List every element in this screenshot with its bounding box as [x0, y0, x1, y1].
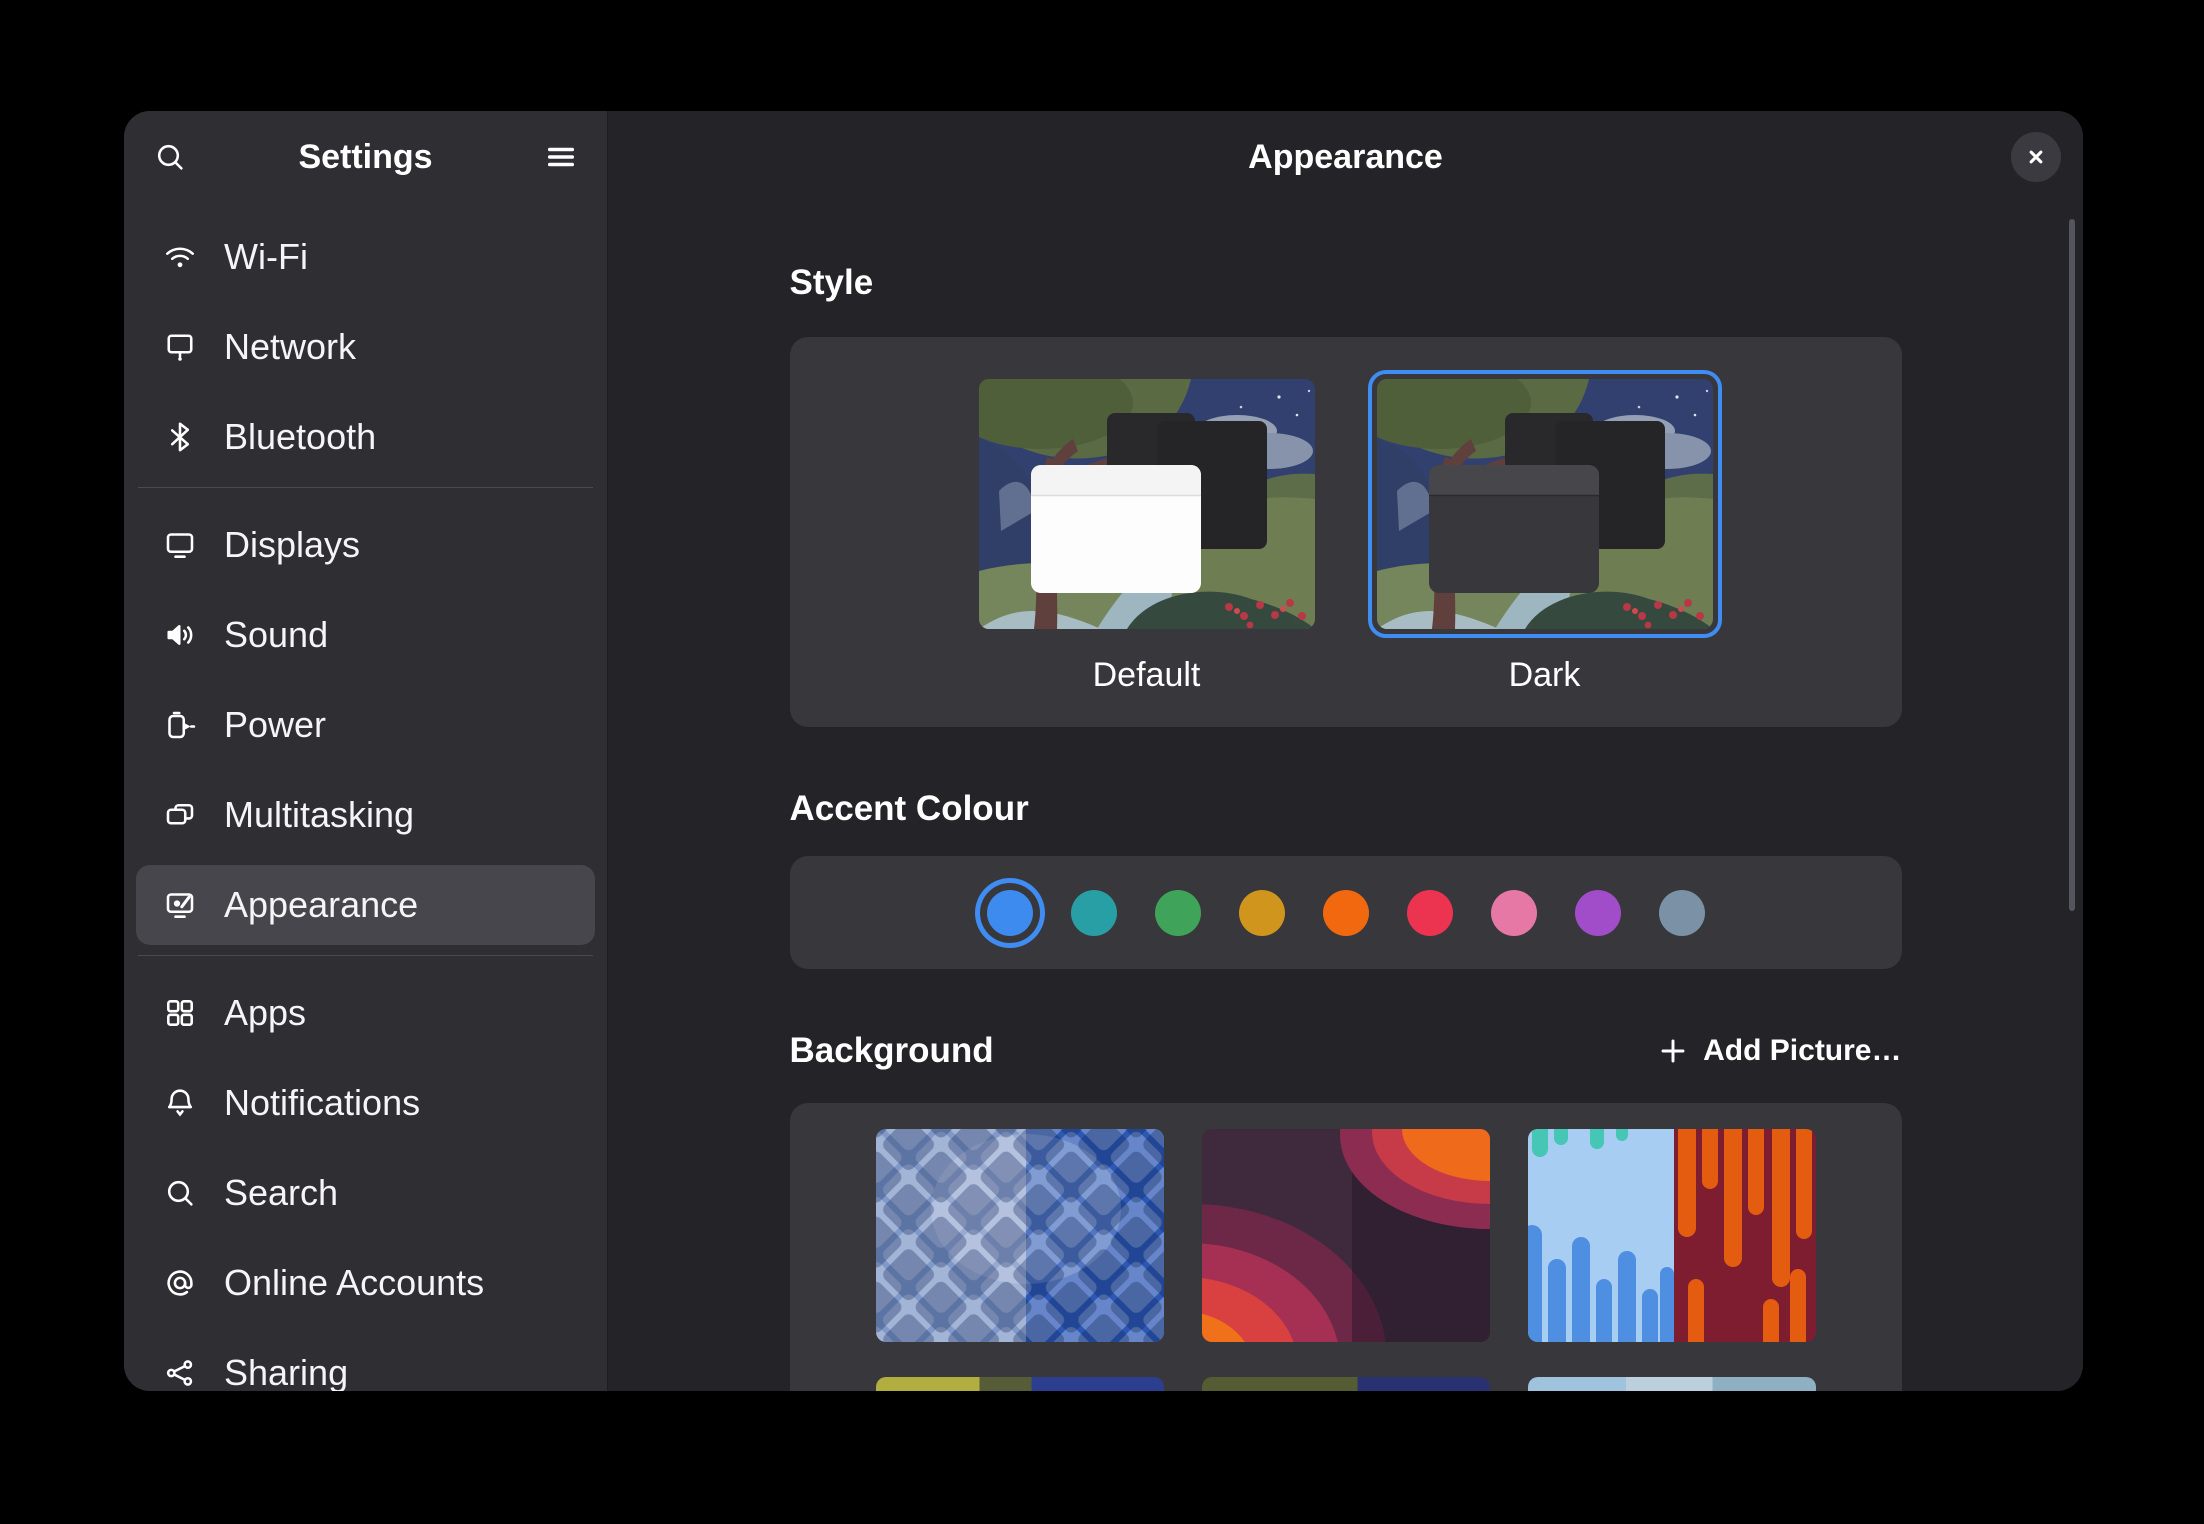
sidebar-item-power[interactable]: Power	[136, 685, 595, 765]
close-icon	[2023, 144, 2049, 170]
accent-swatch-slate[interactable]	[1659, 890, 1705, 936]
sidebar-item-label: Notifications	[224, 1082, 420, 1124]
sidebar-nav: Wi-Fi Network Bluetooth	[124, 203, 607, 1391]
sidebar-item-label: Displays	[224, 524, 360, 566]
accent-swatch-blue[interactable]	[987, 890, 1033, 936]
settings-window: Settings Wi-Fi	[124, 111, 2083, 1391]
sidebar-item-label: Apps	[224, 992, 306, 1034]
wallpaper-thumbnail-dark-fold[interactable]	[1202, 1129, 1490, 1342]
main-menu-button[interactable]	[535, 131, 587, 183]
add-picture-button[interactable]: Add Picture…	[1657, 1034, 1901, 1068]
apps-grid-icon	[162, 995, 198, 1031]
close-button[interactable]	[2011, 132, 2061, 182]
style-option-dark[interactable]: Dark	[1368, 370, 1722, 727]
sidebar-item-wifi[interactable]: Wi-Fi	[136, 217, 595, 297]
style-option-label: Default	[1093, 656, 1201, 695]
sidebar-item-label: Online Accounts	[224, 1262, 484, 1304]
accent-swatch-yellow[interactable]	[1239, 890, 1285, 936]
at-sign-icon	[162, 1265, 198, 1301]
sidebar-item-sound[interactable]: Sound	[136, 595, 595, 675]
sidebar-item-online-accounts[interactable]: Online Accounts	[136, 1243, 595, 1323]
sidebar-item-search[interactable]: Search	[136, 1153, 595, 1233]
search-icon	[162, 1175, 198, 1211]
wallpaper-thumbnail-pixel-drips[interactable]	[1528, 1129, 1816, 1342]
blue-mosaic-art	[876, 1129, 1164, 1342]
speaker-icon	[162, 617, 198, 653]
style-heading: Style	[790, 261, 1902, 305]
accent-colour-card	[790, 856, 1902, 969]
sidebar-item-label: Sharing	[224, 1352, 348, 1391]
sidebar-item-label: Wi-Fi	[224, 236, 308, 278]
display-icon	[162, 527, 198, 563]
style-option-label: Dark	[1509, 656, 1581, 695]
sidebar-item-label: Power	[224, 704, 326, 746]
style-option-default[interactable]: Default	[970, 370, 1324, 727]
accent-swatch-pink[interactable]	[1491, 890, 1537, 936]
sidebar-divider	[138, 487, 593, 488]
style-preview-dark	[1377, 379, 1713, 629]
sidebar-item-apps[interactable]: Apps	[136, 973, 595, 1053]
style-preview-default	[979, 379, 1315, 629]
style-card: Default Dark	[790, 337, 1902, 727]
sidebar-item-label: Network	[224, 326, 356, 368]
appearance-icon	[162, 887, 198, 923]
sidebar-item-multitasking[interactable]: Multitasking	[136, 775, 595, 855]
sidebar-item-label: Sound	[224, 614, 328, 656]
bluetooth-icon	[162, 419, 198, 455]
pixel-drips-art	[1528, 1129, 1816, 1342]
sidebar-item-bluetooth[interactable]: Bluetooth	[136, 397, 595, 477]
sidebar-item-network[interactable]: Network	[136, 307, 595, 387]
accent-swatch-teal[interactable]	[1071, 890, 1117, 936]
network-icon	[162, 329, 198, 365]
hamburger-menu-icon	[543, 139, 579, 175]
sidebar-item-appearance[interactable]: Appearance	[136, 865, 595, 945]
sidebar-item-label: Appearance	[224, 884, 418, 926]
style-preview-dark-frame	[1368, 370, 1722, 638]
multitasking-icon	[162, 797, 198, 833]
sidebar-item-label: Search	[224, 1172, 338, 1214]
share-icon	[162, 1355, 198, 1391]
page-title: Appearance	[1248, 138, 1443, 177]
desktop: Settings Wi-Fi	[0, 0, 2204, 1524]
accent-colour-heading: Accent Colour	[790, 787, 1902, 831]
sidebar-item-label: Bluetooth	[224, 416, 376, 458]
main-panel: Appearance Style	[608, 111, 2083, 1391]
dark-fold-art	[1202, 1129, 1490, 1342]
search-button[interactable]	[144, 131, 196, 183]
background-card	[790, 1103, 1902, 1391]
wallpaper-thumbnail-olive-dusk[interactable]	[1202, 1377, 1490, 1391]
background-heading: Background	[790, 1029, 994, 1073]
sidebar-header: Settings	[124, 111, 607, 203]
battery-icon	[162, 707, 198, 743]
sidebar-divider	[138, 955, 593, 956]
wifi-icon	[162, 239, 198, 275]
wallpaper-thumbnail-glacier[interactable]	[1528, 1377, 1816, 1391]
wallpaper-thumbnail-meadow[interactable]	[876, 1377, 1164, 1391]
wallpaper-thumbnail-blue-mosaic[interactable]	[876, 1129, 1164, 1342]
add-picture-label: Add Picture…	[1703, 1034, 1901, 1068]
sidebar-item-notifications[interactable]: Notifications	[136, 1063, 595, 1143]
vertical-scrollbar[interactable]	[2069, 219, 2075, 911]
sidebar: Settings Wi-Fi	[124, 111, 608, 1391]
search-icon	[152, 139, 188, 175]
content: Style Default	[790, 261, 1902, 1391]
accent-swatch-orange[interactable]	[1323, 890, 1369, 936]
accent-swatch-green[interactable]	[1155, 890, 1201, 936]
accent-swatch-red[interactable]	[1407, 890, 1453, 936]
sidebar-item-sharing[interactable]: Sharing	[136, 1333, 595, 1391]
accent-swatch-purple[interactable]	[1575, 890, 1621, 936]
sidebar-title: Settings	[298, 138, 432, 177]
sidebar-item-displays[interactable]: Displays	[136, 505, 595, 585]
plus-icon	[1657, 1035, 1689, 1067]
style-preview-default-frame	[970, 370, 1324, 638]
sidebar-item-label: Multitasking	[224, 794, 414, 836]
background-heading-row: Background Add Picture…	[790, 1029, 1902, 1073]
bell-icon	[162, 1085, 198, 1121]
main-header: Appearance	[608, 111, 2083, 203]
wallpaper-grid	[876, 1129, 1816, 1391]
